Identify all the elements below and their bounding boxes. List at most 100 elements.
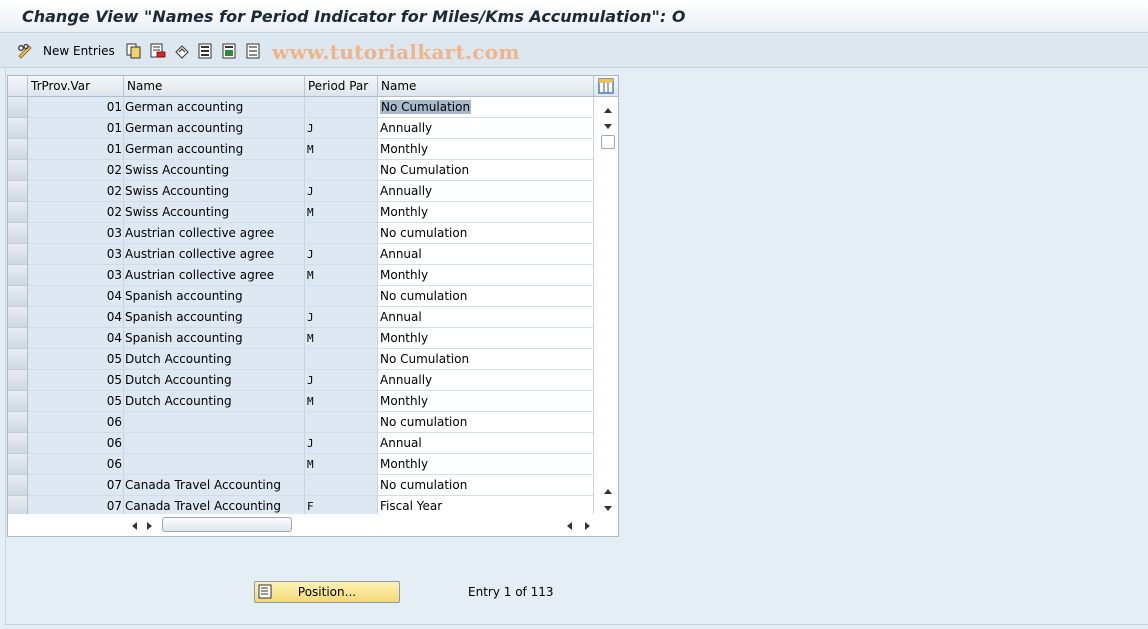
period-name-input[interactable]: Monthly — [378, 202, 594, 223]
period-name-input-text: No cumulation — [380, 289, 468, 303]
period-name-input[interactable]: No Cumulation — [378, 349, 594, 370]
trprov-var-cell-text: 04 — [106, 310, 122, 324]
period-name-input-text: No Cumulation — [380, 163, 470, 177]
trprov-var-cell-text: 05 — [106, 373, 122, 387]
table-settings-button[interactable] — [594, 76, 618, 97]
period-name-input[interactable]: Monthly — [378, 391, 594, 412]
name-cell-text: Dutch Accounting — [125, 352, 232, 366]
trprov-var-cell: 05 — [28, 370, 124, 391]
scroll-left-icon-2[interactable] — [565, 520, 573, 534]
name-cell: Dutch Accounting — [124, 349, 305, 370]
select-all-button[interactable] — [198, 41, 214, 61]
entry-counter: Entry 1 of 113 — [468, 585, 554, 599]
row-selector[interactable] — [8, 139, 28, 160]
period-name-input-text: Fiscal Year — [380, 499, 443, 513]
period-name-input[interactable]: Annual — [378, 433, 594, 454]
new-entries-button[interactable]: New Entries — [17, 41, 115, 61]
period-name-input[interactable]: Monthly — [378, 265, 594, 286]
name-cell-text: Swiss Accounting — [125, 163, 230, 177]
scroll-down-icon[interactable] — [603, 120, 613, 134]
table-row: 01 German accounting No Cumulation — [8, 97, 594, 118]
row-selector[interactable] — [8, 160, 28, 181]
period-name-input[interactable]: Annually — [378, 118, 594, 139]
row-selector[interactable] — [8, 286, 28, 307]
period-name-input[interactable]: Monthly — [378, 328, 594, 349]
copy-button[interactable] — [126, 41, 142, 61]
name-cell-text: Spanish accounting — [125, 310, 243, 324]
trprov-var-cell: 06 — [28, 454, 124, 475]
period-name-input[interactable]: Annually — [378, 181, 594, 202]
period-name-input[interactable]: No cumulation — [378, 286, 594, 307]
column-header-name[interactable]: Name — [124, 76, 305, 97]
scroll-up-icon[interactable] — [603, 103, 613, 117]
trprov-var-cell: 02 — [28, 160, 124, 181]
select-all-rows-corner[interactable] — [8, 76, 28, 97]
period-name-input-text: Monthly — [380, 394, 429, 408]
undo-change-button[interactable] — [174, 41, 190, 61]
period-name-input[interactable]: Monthly — [378, 454, 594, 475]
horizontal-scroll-thumb[interactable] — [162, 517, 292, 532]
vertical-scrollbar[interactable] — [598, 97, 618, 512]
row-selector[interactable] — [8, 265, 28, 286]
row-selector[interactable] — [8, 97, 28, 118]
table-header: TrProv.Var Name Period Par Name — [8, 76, 618, 97]
column-header-period-name[interactable]: Name — [378, 76, 594, 97]
delete-button[interactable] — [150, 41, 166, 61]
row-selector[interactable] — [8, 328, 28, 349]
row-selector[interactable] — [8, 454, 28, 475]
period-name-input[interactable]: No cumulation — [378, 412, 594, 433]
deselect-all-button[interactable] — [246, 41, 262, 61]
row-selector[interactable] — [8, 475, 28, 496]
undo-icon — [174, 43, 190, 59]
name-cell: Austrian collective agree — [124, 223, 305, 244]
scroll-left-icon[interactable] — [130, 520, 138, 534]
row-selector[interactable] — [8, 370, 28, 391]
row-selector[interactable] — [8, 181, 28, 202]
row-selector[interactable] — [8, 244, 28, 265]
period-name-input[interactable]: No cumulation — [378, 223, 594, 244]
row-selector[interactable] — [8, 349, 28, 370]
name-cell: Swiss Accounting — [124, 181, 305, 202]
scroll-right-icon-2[interactable] — [584, 520, 592, 534]
period-name-input[interactable]: Annual — [378, 307, 594, 328]
row-selector[interactable] — [8, 433, 28, 454]
period-par-cell: M — [305, 265, 378, 286]
period-name-input[interactable]: Monthly — [378, 139, 594, 160]
period-par-cell-text: M — [307, 395, 314, 408]
select-block-button[interactable] — [222, 41, 238, 61]
period-par-cell-text: J — [307, 122, 314, 135]
trprov-var-cell: 04 — [28, 307, 124, 328]
column-header-trprov-var[interactable]: TrProv.Var — [28, 76, 124, 97]
period-par-cell — [305, 223, 378, 244]
period-name-input[interactable]: No cumulation — [378, 475, 594, 496]
scroll-thumb[interactable] — [601, 135, 615, 149]
position-button[interactable]: Position... — [254, 581, 400, 603]
trprov-var-cell-text: 06 — [106, 457, 122, 471]
period-par-cell: M — [305, 328, 378, 349]
scroll-right-icon[interactable] — [146, 520, 154, 534]
trprov-var-cell-text: 04 — [106, 289, 122, 303]
row-selector[interactable] — [8, 307, 28, 328]
horizontal-scrollbar-area — [8, 514, 618, 536]
table-row: 02 Swiss Accounting M Monthly — [8, 202, 594, 223]
row-selector[interactable] — [8, 118, 28, 139]
trprov-var-cell: 03 — [28, 223, 124, 244]
period-name-input[interactable]: Annual — [378, 244, 594, 265]
name-cell: Spanish accounting — [124, 286, 305, 307]
period-name-input[interactable]: No Cumulation — [378, 97, 594, 118]
row-selector[interactable] — [8, 391, 28, 412]
table-row: 06 M Monthly — [8, 454, 594, 475]
period-par-cell-text: J — [307, 374, 314, 387]
column-header-period-par[interactable]: Period Par — [305, 76, 378, 97]
period-name-input[interactable]: Annually — [378, 370, 594, 391]
name-cell-text: Dutch Accounting — [125, 394, 232, 408]
row-selector[interactable] — [8, 202, 28, 223]
name-cell-text: Dutch Accounting — [125, 373, 232, 387]
row-selector[interactable] — [8, 412, 28, 433]
page-up-icon[interactable] — [603, 484, 613, 498]
period-name-input[interactable]: No Cumulation — [378, 160, 594, 181]
name-cell-text: Swiss Accounting — [125, 184, 230, 198]
row-selector[interactable] — [8, 223, 28, 244]
table-row: 05 Dutch Accounting M Monthly — [8, 391, 594, 412]
trprov-var-cell: 04 — [28, 286, 124, 307]
